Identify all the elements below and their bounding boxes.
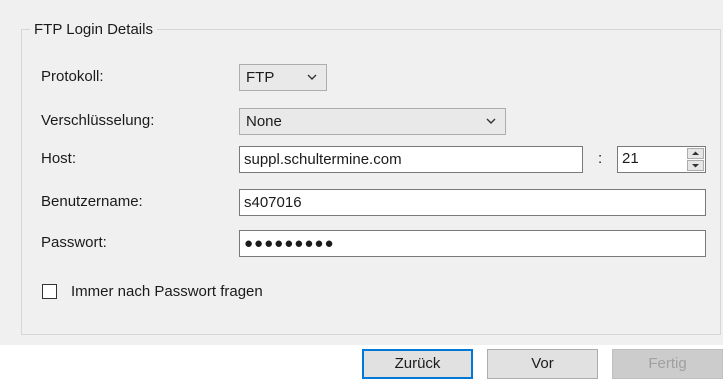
finish-button[interactable]: Fertig xyxy=(612,349,723,379)
chevron-down-icon xyxy=(486,118,496,124)
chevron-down-icon xyxy=(307,74,317,80)
password-input[interactable]: ●●●●●●●●● xyxy=(239,230,706,257)
username-label: Benutzername: xyxy=(41,193,143,210)
port-value: 21 xyxy=(622,150,639,167)
back-button[interactable]: Zurück xyxy=(362,349,473,379)
port-decrement-button[interactable] xyxy=(687,160,704,171)
ftp-wizard-page: FTP Login Details Protokoll: FTP Verschl… xyxy=(0,0,723,381)
always-ask-label: Immer nach Passwort fragen xyxy=(71,283,263,300)
port-increment-button[interactable] xyxy=(687,148,704,159)
host-label: Host: xyxy=(41,150,77,167)
next-button[interactable]: Vor xyxy=(487,349,598,379)
port-separator: : xyxy=(598,150,603,167)
password-label: Passwort: xyxy=(41,234,107,251)
arrow-down-icon xyxy=(692,164,699,168)
username-input[interactable]: s407016 xyxy=(239,189,706,216)
protocol-label: Protokoll: xyxy=(41,68,104,85)
port-stepper[interactable]: 21 xyxy=(617,146,706,173)
arrow-up-icon xyxy=(692,151,699,155)
protocol-value: FTP xyxy=(246,69,275,86)
always-ask-checkbox[interactable] xyxy=(42,284,57,299)
encryption-label: Verschlüsselung: xyxy=(41,112,155,129)
port-spin-buttons xyxy=(687,148,704,171)
protocol-select[interactable]: FTP xyxy=(239,64,327,91)
host-input[interactable]: suppl.schultermine.com xyxy=(239,146,583,173)
encryption-select[interactable]: None xyxy=(239,108,506,135)
encryption-value: None xyxy=(246,113,282,130)
group-title: FTP Login Details xyxy=(30,21,157,39)
